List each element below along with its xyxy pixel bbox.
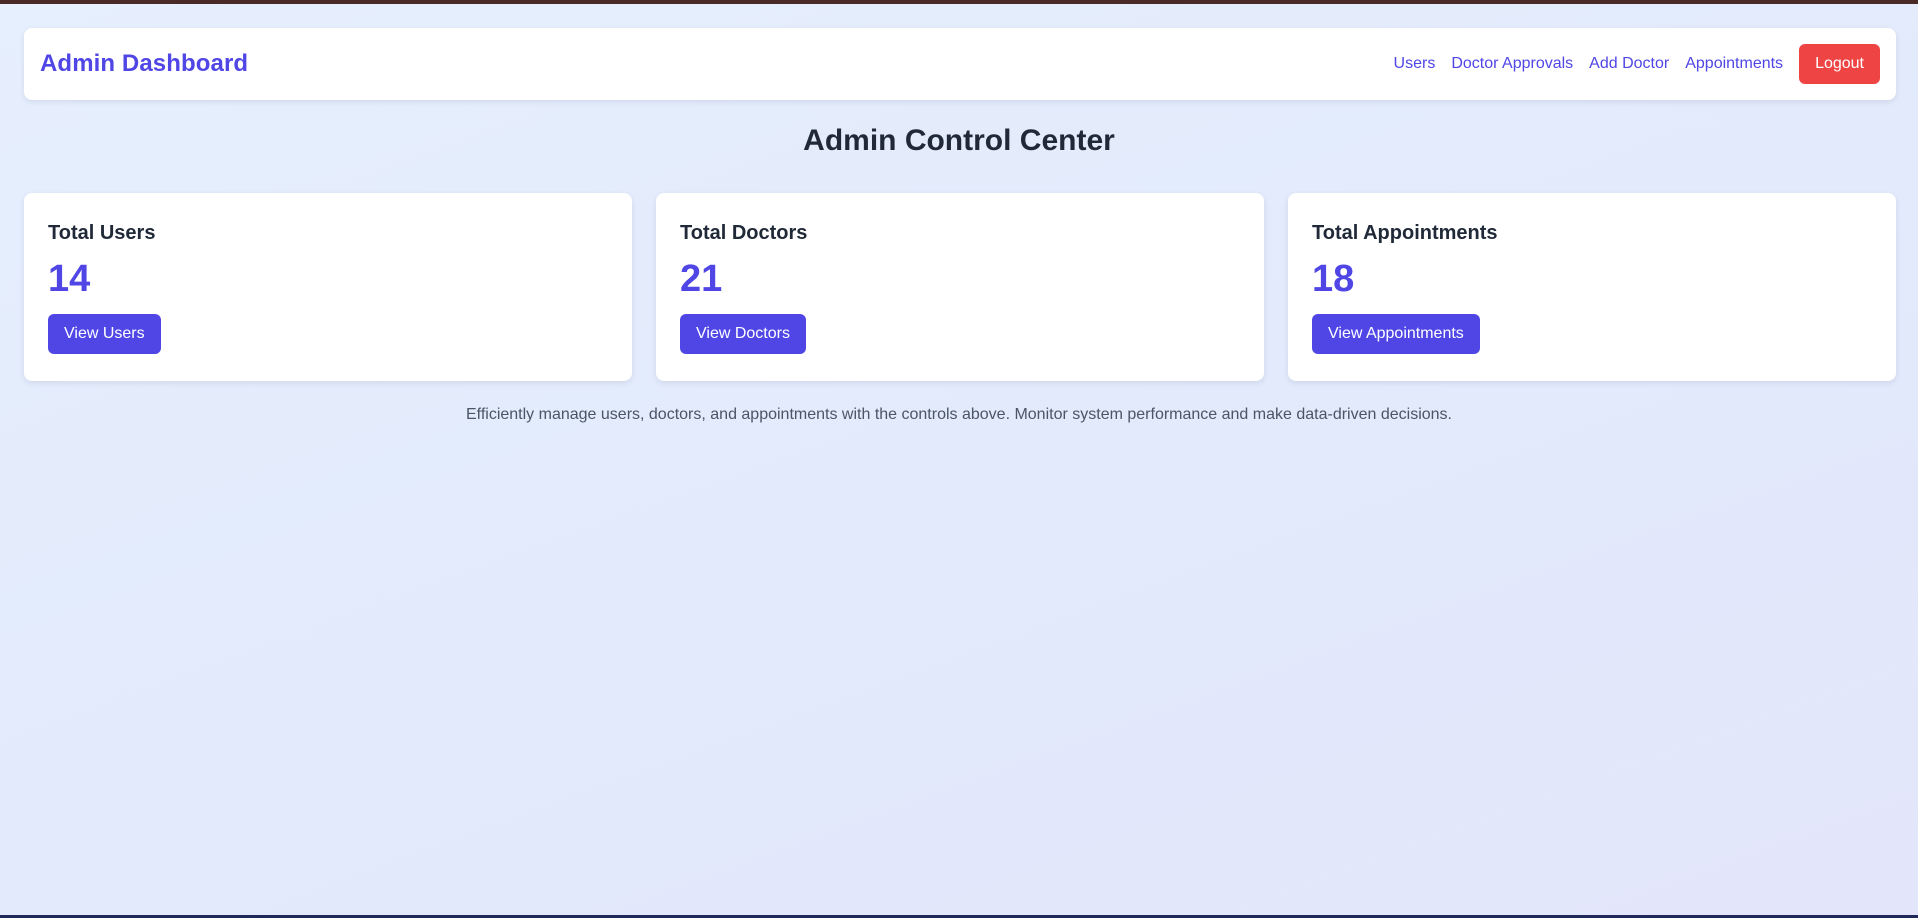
card-title: Total Appointments — [1312, 222, 1498, 244]
nav-link-users[interactable]: Users — [1394, 55, 1436, 73]
card-title: Total Users — [48, 222, 156, 244]
logout-button[interactable]: Logout — [1799, 44, 1880, 84]
window-top-border — [0, 0, 1918, 4]
card-total-appointments: Total Appointments 18 View Appointments — [1288, 193, 1896, 381]
nav-link-doctor-approvals[interactable]: Doctor Approvals — [1451, 55, 1573, 73]
card-total-doctors: Total Doctors 21 View Doctors — [656, 193, 1264, 381]
card-title: Total Doctors — [680, 222, 808, 244]
view-appointments-button[interactable]: View Appointments — [1312, 314, 1480, 354]
view-users-button[interactable]: View Users — [48, 314, 161, 354]
card-value: 14 — [48, 258, 91, 300]
brand-title: Admin Dashboard — [40, 50, 249, 77]
stats-cards: Total Users 14 View Users Total Doctors … — [24, 193, 1896, 381]
nav-link-add-doctor[interactable]: Add Doctor — [1589, 55, 1669, 73]
description-text: Efficiently manage users, doctors, and a… — [466, 406, 1452, 423]
card-total-users: Total Users 14 View Users — [24, 193, 632, 381]
nav-link-appointments[interactable]: Appointments — [1685, 55, 1783, 73]
card-value: 21 — [680, 258, 723, 300]
view-doctors-button[interactable]: View Doctors — [680, 314, 806, 354]
card-value: 18 — [1312, 258, 1355, 300]
page-title: Admin Control Center — [803, 124, 1115, 157]
navbar: Admin Dashboard Users Doctor Approvals A… — [24, 28, 1896, 100]
nav-links: Users Doctor Approvals Add Doctor Appoin… — [1394, 44, 1880, 84]
